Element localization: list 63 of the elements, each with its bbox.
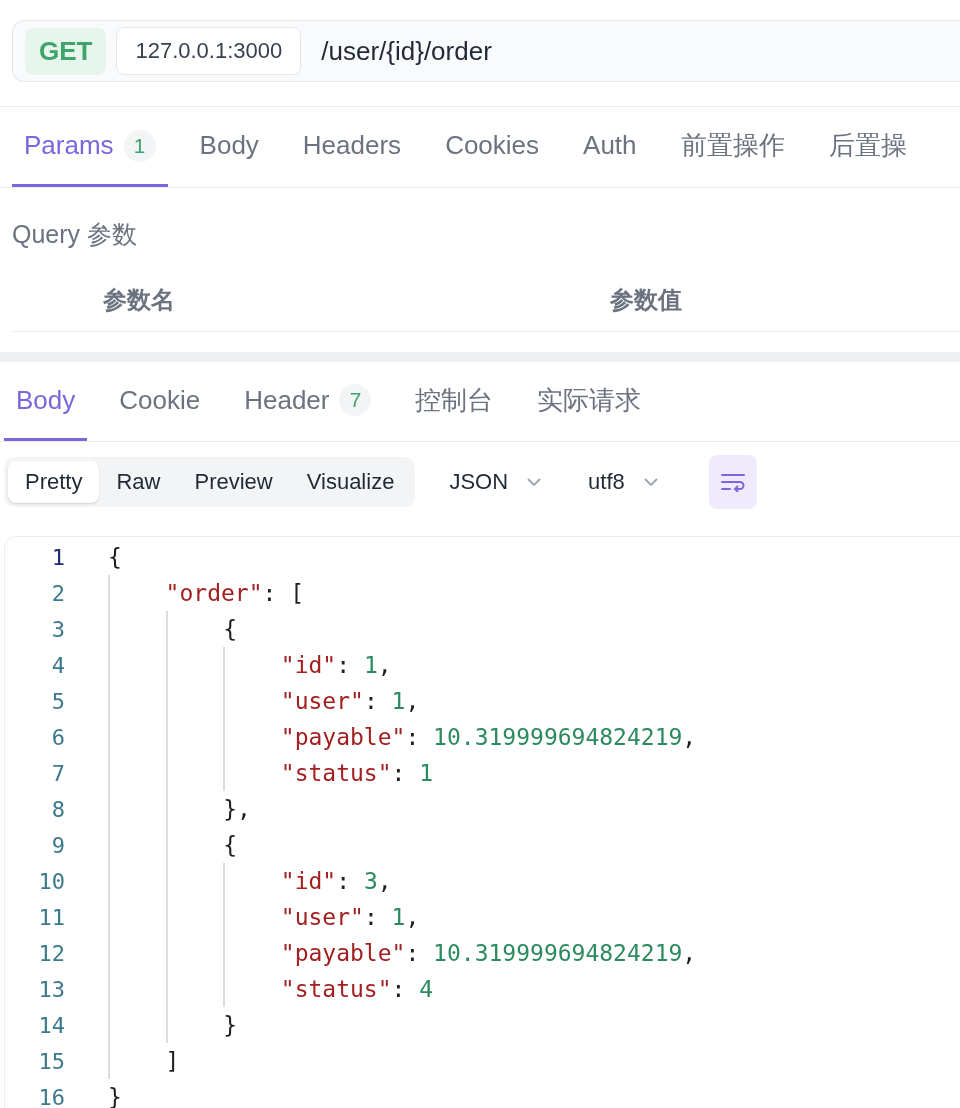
request-tab[interactable]: Headers (290, 107, 414, 187)
code-line: { (108, 827, 238, 863)
line-number: 12 (37, 940, 65, 966)
code-line: "payable": 10.319999694824219, (108, 719, 697, 755)
count-badge: 7 (339, 384, 372, 416)
code-line: "id": 3, (108, 863, 392, 899)
line-number: 11 (37, 904, 65, 930)
url-bar[interactable]: GET 127.0.0.1:3000 /user/{id}/order (12, 20, 960, 82)
code-line: "id": 1, (108, 647, 392, 683)
request-tab[interactable]: 前置操作 (668, 107, 797, 187)
chevron-down-icon (642, 477, 659, 487)
line-number: 5 (50, 688, 65, 714)
line-number: 6 (50, 724, 65, 750)
view-mode-button[interactable]: Raw (99, 461, 178, 503)
code-line: ] (108, 1043, 180, 1079)
code-line: "user": 1, (108, 899, 420, 935)
line-number: 7 (50, 760, 65, 786)
code-line: "order": [ (108, 575, 305, 611)
code-line: "user": 1, (108, 683, 420, 719)
code-line: { (108, 611, 238, 647)
method-label[interactable]: GET (25, 27, 107, 75)
request-tab[interactable]: Params 1 (12, 107, 168, 187)
line-number: 13 (37, 976, 65, 1002)
path-text: /user/{id}/order (321, 35, 492, 67)
wrap-lines-icon (719, 472, 746, 492)
line-number: 15 (37, 1048, 65, 1074)
count-badge: 1 (123, 129, 156, 162)
code-line: } (108, 1083, 122, 1108)
code-line: "status": 1 (108, 755, 434, 791)
line-number: 3 (50, 616, 65, 642)
line-number: 16 (37, 1084, 65, 1108)
line-number: 4 (50, 652, 65, 678)
request-tab[interactable]: Cookies (433, 107, 552, 187)
code-line: "status": 4 (108, 971, 434, 1007)
code-line: "payable": 10.319999694824219, (108, 935, 697, 971)
line-number: 8 (50, 796, 65, 822)
line-number: 9 (50, 832, 65, 858)
code-line: { (108, 543, 122, 572)
section-title: Query 参数 (11, 219, 139, 250)
view-mode-button[interactable]: Pretty (8, 461, 100, 503)
response-tab[interactable]: Body (4, 362, 88, 441)
column-header: 参数名 (103, 284, 176, 315)
response-tab[interactable]: 实际请求 (525, 362, 654, 441)
format-dropdown[interactable]: JSON (437, 469, 555, 495)
column-header: 参数值 (610, 284, 683, 315)
response-tab[interactable]: 控制台 (403, 362, 506, 441)
line-number: 1 (50, 544, 65, 570)
wrap-button[interactable] (708, 455, 757, 509)
request-tab[interactable]: 后置操 (816, 107, 919, 187)
response-tab[interactable]: Header 7 (232, 362, 384, 441)
view-mode-button[interactable]: Visualize (289, 461, 412, 503)
request-tab[interactable]: Body (187, 107, 271, 187)
request-tab[interactable]: Auth (571, 107, 649, 187)
view-mode-button[interactable]: Preview (177, 461, 290, 503)
line-number: 2 (50, 580, 65, 606)
code-line: }, (108, 791, 251, 827)
response-tab[interactable]: Cookie (107, 362, 213, 441)
line-number: 14 (37, 1012, 65, 1038)
format-dropdown[interactable]: utf8 (576, 469, 671, 495)
chevron-down-icon (526, 477, 543, 487)
code-line: } (108, 1007, 238, 1043)
host-field[interactable]: 127.0.0.1:3000 (116, 27, 302, 75)
line-number: 10 (37, 868, 65, 894)
